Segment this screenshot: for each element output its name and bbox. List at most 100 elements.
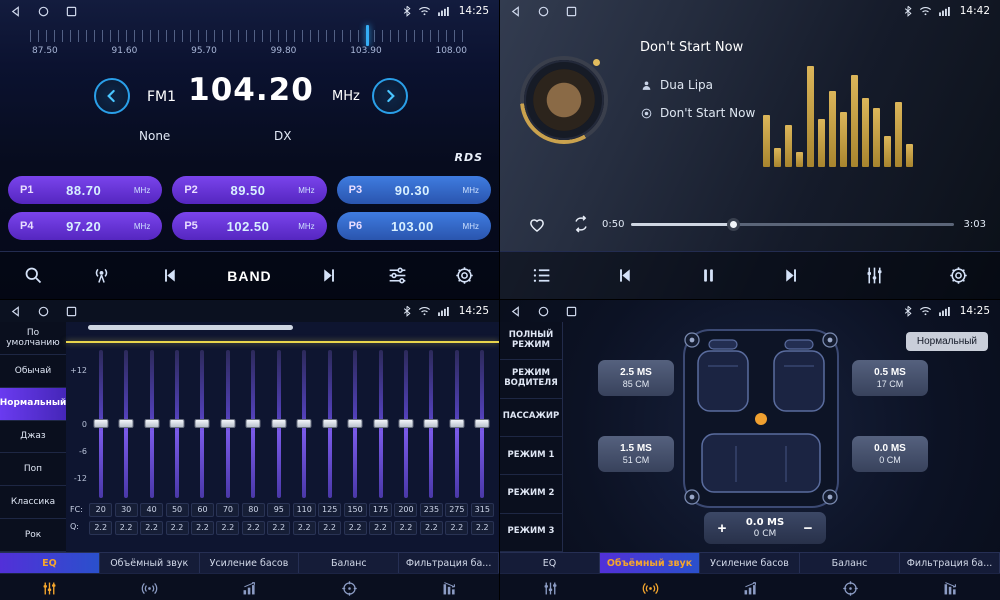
eq-slider-knob[interactable] — [322, 419, 337, 428]
balance-icon[interactable] — [299, 574, 399, 600]
listening-mode-item[interactable]: ПОЛНЫЙ РЕЖИМ — [500, 322, 562, 360]
surround-sound-icon[interactable] — [100, 574, 200, 600]
listening-mode-item[interactable]: РЕЖИМ 1 — [500, 437, 562, 475]
audio-tab[interactable]: Объёмный звук — [600, 553, 700, 573]
back-icon[interactable] — [10, 306, 21, 317]
audio-tab[interactable]: Усиление басов — [200, 553, 300, 573]
preset-button[interactable]: P3 90.30 MHz — [337, 176, 491, 204]
favorite-heart-icon[interactable] — [527, 214, 547, 234]
eq-slider-knob[interactable] — [271, 419, 286, 428]
audio-tab[interactable]: Баланс — [299, 553, 399, 573]
eq-slider-knob[interactable] — [170, 419, 185, 428]
seek-bar-knob[interactable] — [727, 218, 740, 231]
eq-band-slider[interactable] — [266, 348, 291, 500]
recents-icon[interactable] — [66, 6, 77, 17]
home-icon[interactable] — [538, 306, 549, 317]
filter-icon[interactable] — [900, 574, 1000, 600]
seek-bar[interactable] — [631, 223, 954, 226]
eq-band-slider[interactable] — [88, 348, 113, 500]
audio-tab[interactable]: Объёмный звук — [100, 553, 200, 573]
eq-slider-knob[interactable] — [144, 419, 159, 428]
eq-band-slider[interactable] — [444, 348, 469, 500]
audio-tab[interactable]: Усиление басов — [700, 553, 800, 573]
tune-up-button[interactable] — [372, 78, 408, 114]
eq-band-slider[interactable] — [292, 348, 317, 500]
eq-slider-knob[interactable] — [246, 419, 261, 428]
eq-band-slider[interactable] — [342, 348, 367, 500]
eq-band-slider[interactable] — [241, 348, 266, 500]
home-icon[interactable] — [38, 306, 49, 317]
recents-icon[interactable] — [566, 306, 577, 317]
listening-mode-item[interactable]: РЕЖИМ 2 — [500, 475, 562, 513]
band-button[interactable]: BAND — [227, 268, 271, 284]
audio-tab[interactable]: Фильтрация ба... — [399, 553, 499, 573]
preset-button[interactable]: P4 97.20 MHz — [8, 212, 162, 240]
eq-slider-knob[interactable] — [373, 419, 388, 428]
preset-button[interactable]: P2 89.50 MHz — [172, 176, 326, 204]
eq-preset-item[interactable]: Поп — [0, 453, 66, 486]
front-left-delay-button[interactable]: 2.5 MS 85 CM — [598, 360, 674, 396]
rear-left-delay-button[interactable]: 1.5 MS 51 CM — [598, 436, 674, 472]
eq-preset-item[interactable]: Классика — [0, 486, 66, 519]
recents-icon[interactable] — [566, 6, 577, 17]
eq-slider-knob[interactable] — [297, 419, 312, 428]
eq-preset-item[interactable]: Обычай — [0, 355, 66, 388]
audio-tab[interactable]: EQ — [0, 553, 100, 573]
eq-band-slider[interactable] — [317, 348, 342, 500]
eq-slider-knob[interactable] — [424, 419, 439, 428]
back-icon[interactable] — [10, 6, 21, 17]
eq-band-slider[interactable] — [139, 348, 164, 500]
pause-icon[interactable] — [698, 265, 719, 286]
radio-stations-icon[interactable] — [91, 265, 112, 286]
eq-band-slider[interactable] — [368, 348, 393, 500]
preset-button[interactable]: P5 102.50 MHz — [172, 212, 326, 240]
eq-scrollbar[interactable] — [88, 325, 293, 330]
preset-button[interactable]: P6 103.00 MHz — [337, 212, 491, 240]
eq-preset-item[interactable]: Джаз — [0, 421, 66, 454]
eq-slider-knob[interactable] — [220, 419, 235, 428]
search-icon[interactable] — [23, 265, 44, 286]
eq-slider-knob[interactable] — [475, 419, 490, 428]
audio-tab[interactable]: EQ — [500, 553, 600, 573]
eq-band-slider[interactable] — [419, 348, 444, 500]
tuning-pointer[interactable] — [366, 25, 369, 46]
settings-gear-icon[interactable] — [454, 265, 475, 286]
bass-boost-icon[interactable] — [200, 574, 300, 600]
eq-preset-item[interactable]: Нормальный — [0, 388, 66, 421]
audio-tab[interactable]: Фильтрация ба... — [900, 553, 1000, 573]
sound-profile-button[interactable]: Нормальный — [906, 332, 988, 351]
eq-band-slider[interactable] — [470, 348, 495, 500]
eq-band-slider[interactable] — [164, 348, 189, 500]
surround-sound-icon[interactable] — [600, 574, 700, 600]
eq-slider-knob[interactable] — [195, 419, 210, 428]
eq-sliders-icon[interactable] — [0, 574, 100, 600]
settings-gear-icon[interactable] — [948, 265, 969, 286]
eq-preset-item[interactable]: Рок — [0, 519, 66, 552]
listening-mode-item[interactable]: ПАССАЖИР — [500, 399, 562, 437]
tuning-ruler[interactable] — [30, 30, 469, 42]
eq-band-slider[interactable] — [393, 348, 418, 500]
prev-track-icon[interactable] — [159, 265, 180, 286]
mixer-icon[interactable] — [864, 265, 885, 286]
back-icon[interactable] — [510, 6, 521, 17]
eq-slider-knob[interactable] — [348, 419, 363, 428]
delay-increase-button[interactable]: + — [713, 520, 731, 537]
listening-mode-item[interactable]: РЕЖИМ 3 — [500, 514, 562, 552]
eq-sliders-icon[interactable] — [500, 574, 600, 600]
eq-band-slider[interactable] — [215, 348, 240, 500]
delay-decrease-button[interactable]: − — [799, 520, 817, 537]
eq-slider-knob[interactable] — [449, 419, 464, 428]
prev-track-icon[interactable] — [614, 265, 635, 286]
eq-slider-knob[interactable] — [119, 419, 134, 428]
audio-tab[interactable]: Баланс — [800, 553, 900, 573]
home-icon[interactable] — [538, 6, 549, 17]
playlist-icon[interactable] — [531, 265, 552, 286]
preset-button[interactable]: P1 88.70 MHz — [8, 176, 162, 204]
eq-slider-knob[interactable] — [93, 419, 108, 428]
back-icon[interactable] — [510, 306, 521, 317]
tune-down-button[interactable] — [94, 78, 130, 114]
next-track-icon[interactable] — [781, 265, 802, 286]
front-right-delay-button[interactable]: 0.5 MS 17 CM — [852, 360, 928, 396]
recents-icon[interactable] — [66, 306, 77, 317]
eq-preset-item[interactable]: По умолчанию — [0, 322, 66, 355]
